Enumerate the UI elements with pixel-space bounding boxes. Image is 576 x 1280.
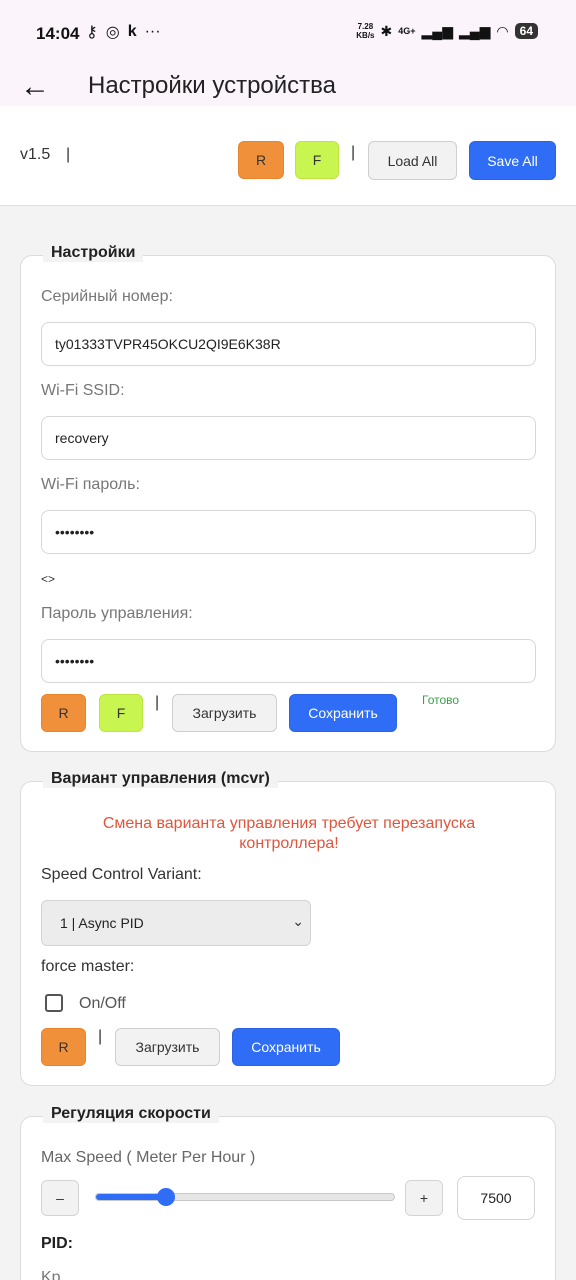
net-speed-value: 7.28: [357, 22, 374, 31]
speed-panel: Регуляция скорости Max Speed ( Meter Per…: [20, 1105, 556, 1280]
wifi-password-input[interactable]: ••••••••: [41, 510, 536, 554]
mcvr-reset-button[interactable]: R: [41, 1028, 86, 1066]
status-time: 14:04: [36, 24, 80, 43]
settings-factory-button[interactable]: F: [99, 694, 143, 732]
separator: |: [98, 1028, 103, 1045]
settings-reset-button[interactable]: R: [41, 694, 86, 732]
variant-label: Speed Control Variant:: [41, 866, 202, 883]
top-toolbar: v1.5 | R F | Load All Save All: [0, 106, 576, 206]
settings-load-button[interactable]: Загрузить: [172, 694, 277, 732]
status-right-icons: 7.28 KB/s ✱ 4G+ ▂▄▆ ▂▄▆ ◠ 64: [356, 22, 538, 40]
status-left-icons: ⚷ ◎ k ···: [86, 22, 161, 42]
mcvr-legend: Вариант управления (mcvr): [43, 770, 278, 788]
force-master-checkbox-label: On/Off: [79, 995, 126, 1012]
mcvr-load-button[interactable]: Загрузить: [115, 1028, 220, 1066]
signal-icon: ▂▄▆: [421, 22, 453, 39]
mcvr-warning: Смена варианта управления требует переза…: [102, 815, 476, 852]
decrement-button[interactable]: –: [41, 1180, 79, 1216]
increment-button[interactable]: +: [405, 1180, 443, 1216]
mcvr-panel: Вариант управления (mcvr) Смена варианта…: [20, 770, 556, 1086]
save-all-button[interactable]: Save All: [469, 141, 556, 180]
variant-select-value: 1 | Async PID: [60, 915, 144, 931]
settings-save-button[interactable]: Сохранить: [289, 694, 397, 732]
net-speed-unit: KB/s: [356, 31, 375, 40]
net-speed: 7.28 KB/s: [356, 22, 374, 40]
circle-icon: ◎: [105, 24, 120, 41]
battery-icon: 64: [514, 23, 538, 39]
max-speed-label: Max Speed ( Meter Per Hour ): [41, 1149, 256, 1166]
toggle-password-visibility[interactable]: <>: [41, 572, 55, 586]
slider-thumb[interactable]: [157, 1188, 176, 1206]
signal-icon-2: ▂▄▆: [458, 22, 491, 39]
pid-label: PID:: [41, 1235, 73, 1252]
settings-panel: Настройки Серийный номер: ty01333TVPR45O…: [20, 244, 556, 752]
speed-legend: Регуляция скорости: [43, 1105, 219, 1123]
separator: |: [351, 144, 356, 161]
serial-label: Серийный номер:: [41, 288, 173, 305]
back-arrow-icon[interactable]: ←: [20, 72, 50, 102]
load-all-button[interactable]: Load All: [368, 141, 457, 180]
reset-all-button[interactable]: R: [238, 141, 284, 179]
serial-input[interactable]: ty01333TVPR45OKCU2QI9E6K38R: [41, 322, 536, 366]
mcvr-save-button[interactable]: Сохранить: [232, 1028, 340, 1066]
wifi-password-label: Wi-Fi пароль:: [41, 476, 140, 493]
control-password-label: Пароль управления:: [41, 605, 193, 622]
ssid-label: Wi-Fi SSID:: [41, 382, 125, 399]
bluetooth-icon: ✱: [380, 22, 393, 39]
force-master-checkbox[interactable]: [45, 994, 63, 1012]
wifi-icon: ◠: [496, 22, 509, 39]
kp-label: Kp: [41, 1269, 61, 1280]
settings-legend: Настройки: [43, 244, 144, 262]
key-icon: ⚷: [86, 24, 98, 41]
max-speed-value[interactable]: 7500: [457, 1176, 535, 1220]
slider-fill: [96, 1194, 167, 1200]
ssid-input[interactable]: recovery: [41, 416, 536, 460]
app-bar: ← Настройки устройства: [0, 66, 576, 106]
page-title: Настройки устройства: [88, 72, 336, 99]
version-label: v1.5: [20, 146, 51, 163]
k-icon: k: [127, 23, 137, 40]
separator: |: [66, 146, 71, 163]
network-type: 4G+: [398, 26, 416, 36]
settings-status: Готово: [422, 693, 460, 707]
more-icon: ···: [144, 23, 161, 40]
chevron-down-icon: ⌄: [292, 913, 304, 929]
factory-all-button[interactable]: F: [295, 141, 339, 179]
max-speed-slider[interactable]: [95, 1188, 395, 1206]
status-bar: 14:04 ⚷ ◎ k ··· 7.28 KB/s ✱ 4G+ ▂▄▆ ▂▄▆ …: [0, 0, 576, 66]
force-master-label: force master:: [41, 958, 135, 975]
variant-select[interactable]: 1 | Async PID ⌄: [41, 900, 311, 946]
control-password-input[interactable]: ••••••••: [41, 639, 536, 683]
separator: |: [155, 694, 160, 711]
